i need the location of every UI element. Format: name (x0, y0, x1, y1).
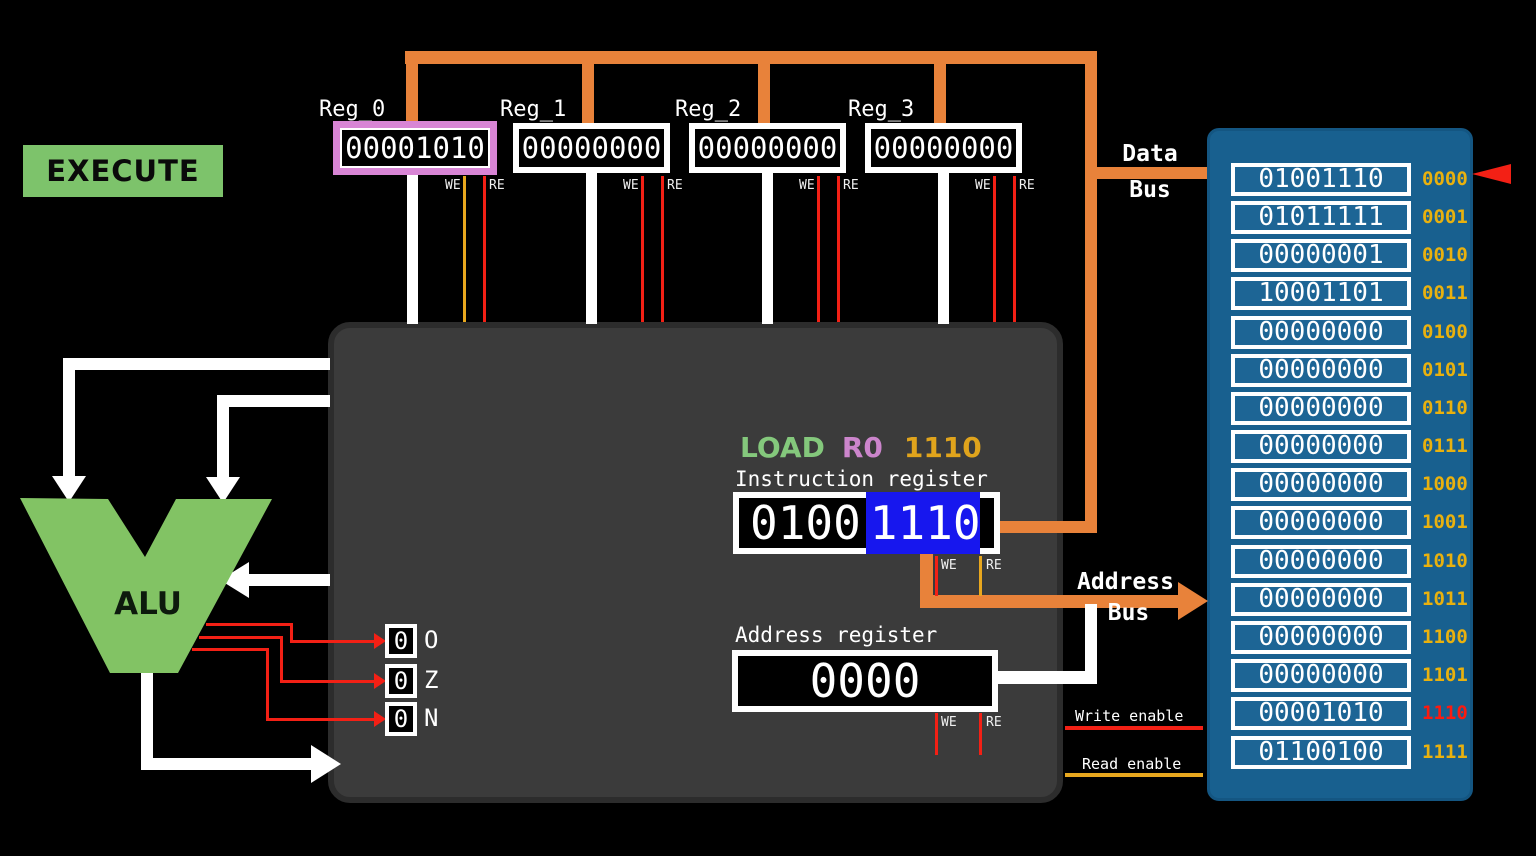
reg0-box: 00001010 (333, 121, 497, 175)
address-register-value: 0000 (810, 654, 921, 708)
cpu-simulator-diagram: 01001110 01011111 00000001 10001101 0000… (0, 0, 1536, 856)
decoded-instruction: LOAD R0 1110 (740, 431, 982, 464)
address-bus-label-1: Address (1077, 570, 1174, 595)
phase-badge: EXECUTE (23, 145, 223, 197)
instruction-register-box: 0100 1110 (733, 492, 1000, 554)
ir-re-label: RE (986, 559, 1002, 573)
flag-o-label: O (424, 627, 438, 653)
flag-n-box: 0 (385, 702, 417, 736)
reg2-re-label: RE (843, 179, 859, 193)
reg3-value: 00000000 (874, 131, 1014, 165)
reg0-value: 00001010 (345, 131, 485, 165)
reg3-re-label: RE (1019, 179, 1035, 193)
read-enable-line (1065, 773, 1203, 777)
instruction-register-title: Instruction register (735, 468, 988, 490)
write-enable-label: Write enable (1075, 708, 1183, 724)
flag-o-box: 0 (385, 624, 417, 658)
instruction-operand-bits: 1110 (870, 496, 981, 550)
alu-label: ALU (108, 586, 188, 622)
reg1-label: Reg_1 (500, 98, 566, 122)
reg2-label: Reg_2 (675, 98, 741, 122)
flag-n-label: N (424, 705, 438, 731)
reg1-value: 00000000 (522, 131, 662, 165)
write-enable-line (1065, 726, 1203, 730)
memory-pointer-arrow (1472, 164, 1511, 184)
reg1-we-label: WE (623, 179, 639, 193)
reg1-re-label: RE (667, 179, 683, 193)
reg2-box: 00000000 (689, 123, 846, 173)
flag-z-box: 0 (385, 664, 417, 698)
reg1-box: 00000000 (513, 123, 670, 173)
reg0-we-label: WE (445, 179, 461, 193)
address-register-title: Address register (735, 624, 937, 646)
reg0-re-label: RE (489, 179, 505, 193)
data-bus-label-2: Bus (1118, 178, 1182, 203)
reg3-label: Reg_3 (848, 98, 914, 122)
decoded-register: R0 (842, 431, 883, 464)
flag-z-label: Z (424, 667, 438, 693)
reg2-value: 00000000 (698, 131, 838, 165)
ar-re-label: RE (986, 716, 1002, 730)
address-bus-label-2: Bus (1077, 601, 1180, 626)
reg3-box: 00000000 (865, 123, 1022, 173)
address-bus-arrowhead (1178, 582, 1208, 620)
reg3-we-label: WE (975, 179, 991, 193)
ir-we-label: WE (941, 559, 957, 573)
alu-output-arrowhead (311, 745, 341, 783)
decoded-operand: 1110 (904, 431, 982, 464)
decoded-opcode: LOAD (740, 431, 825, 464)
read-enable-label: Read enable (1082, 756, 1181, 772)
data-bus-label-1: Data (1118, 142, 1182, 167)
instruction-opcode-bits: 0100 (750, 496, 861, 550)
ar-we-label: WE (941, 716, 957, 730)
alu-input-a-arrowhead (52, 476, 86, 502)
address-register-box: 0000 (732, 650, 998, 712)
reg2-we-label: WE (799, 179, 815, 193)
reg0-label: Reg_0 (319, 98, 385, 122)
